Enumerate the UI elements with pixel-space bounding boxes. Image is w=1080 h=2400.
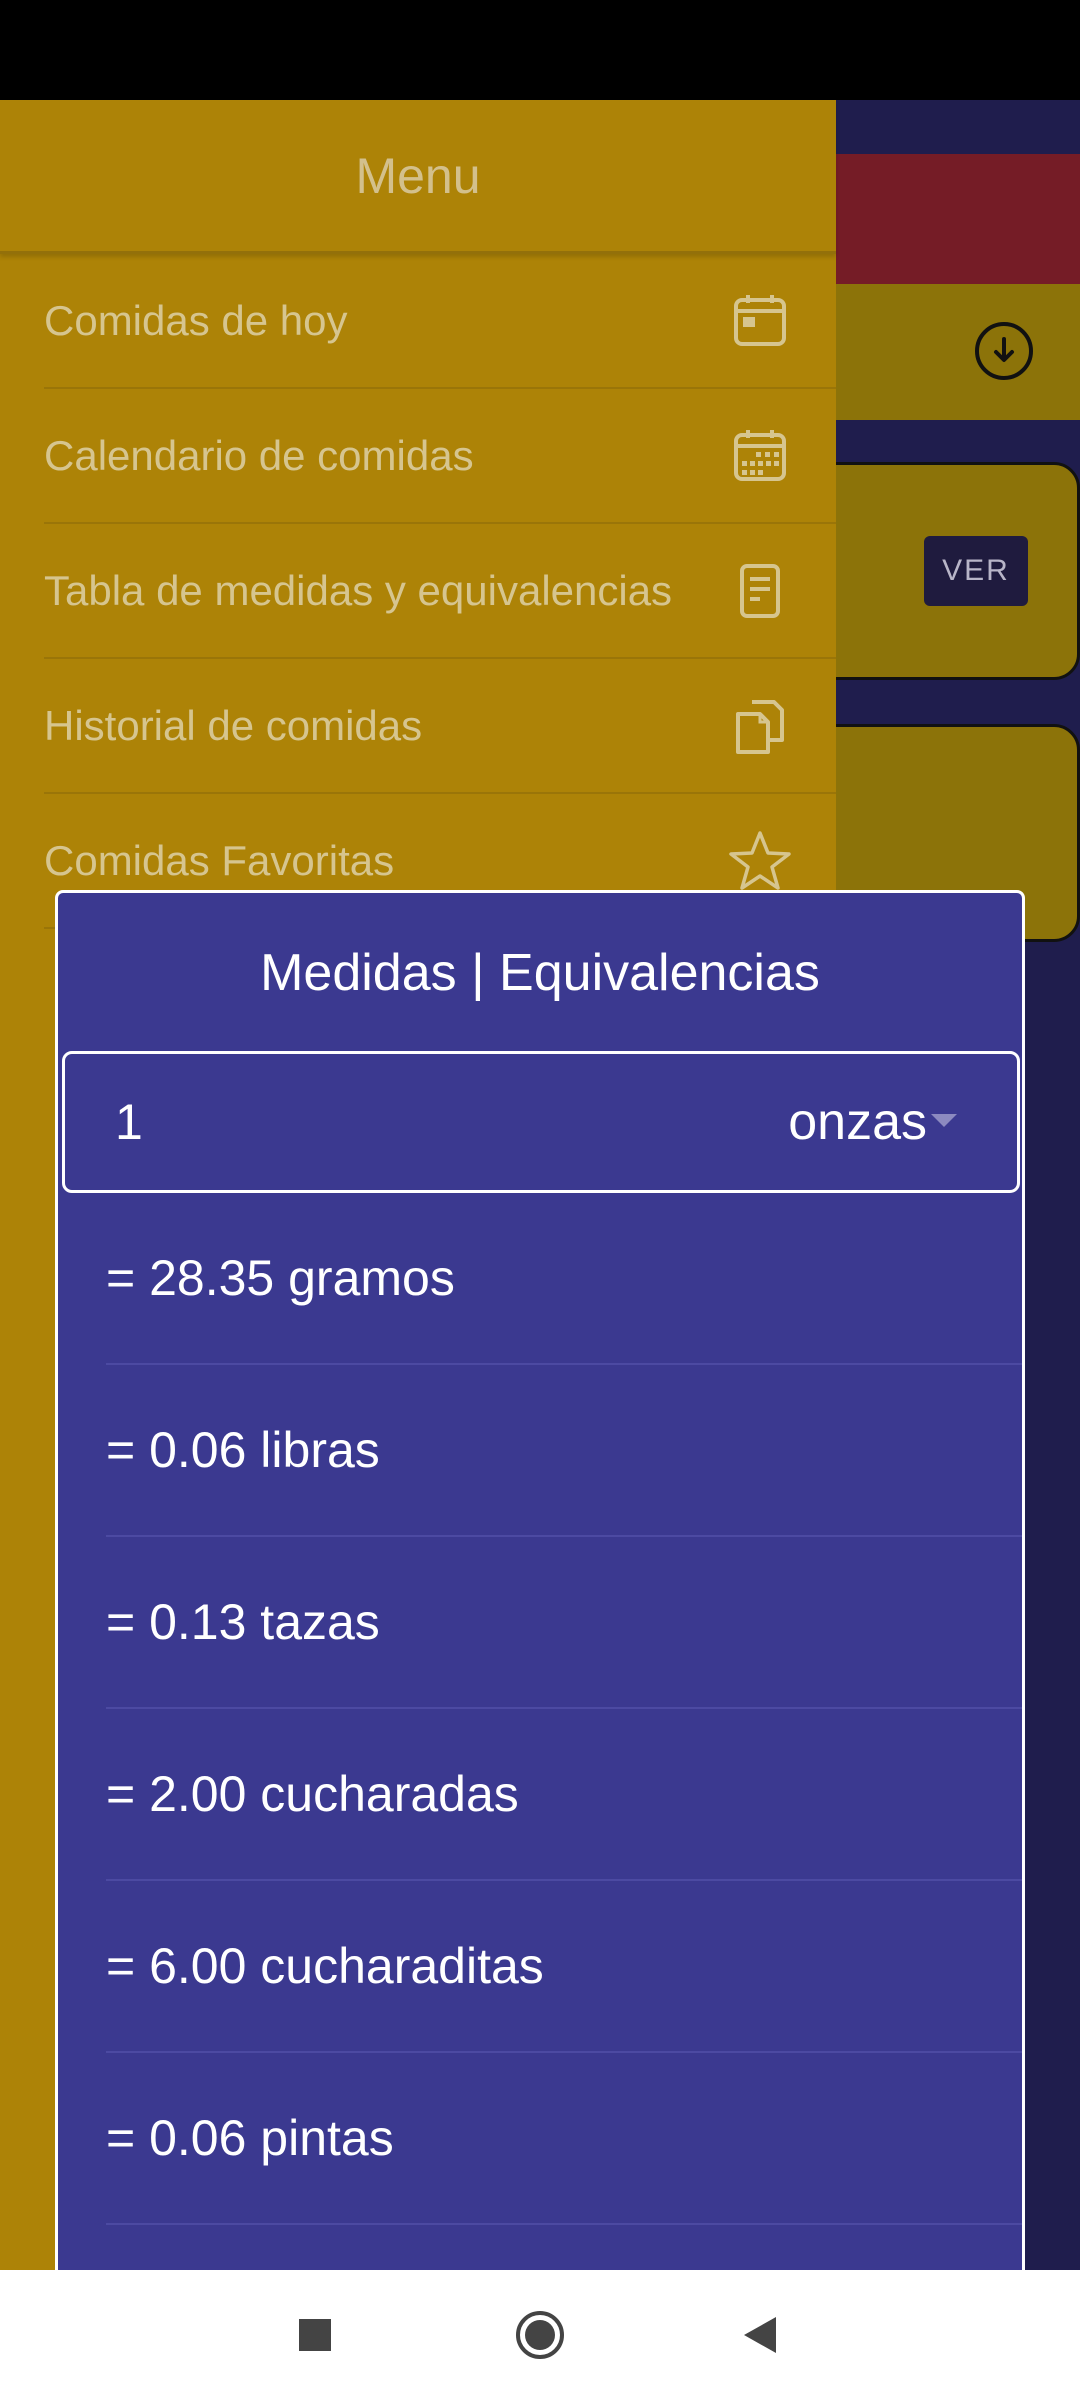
calendar-month-icon	[728, 424, 792, 488]
chevron-down-icon[interactable]	[931, 1114, 957, 1127]
menu-item-tabla-medidas[interactable]: Tabla de medidas y equivalencias	[44, 524, 836, 659]
quantity-input[interactable]: 1	[115, 1093, 143, 1151]
drawer-header: Menu	[0, 100, 836, 254]
menu-item-comidas-de-hoy[interactable]: Comidas de hoy	[44, 254, 836, 389]
document-icon	[728, 559, 792, 623]
list-item	[106, 2225, 1022, 2270]
home-button[interactable]	[505, 2270, 575, 2400]
results-list: = 28.35 gramos = 0.06 libras = 0.13 taza…	[58, 1193, 1022, 2270]
list-item: = 0.06 libras	[106, 1365, 1022, 1537]
download-icon[interactable]	[975, 322, 1033, 380]
dialog-title: Medidas | Equivalencias	[260, 944, 820, 1002]
background-banner	[836, 154, 1080, 284]
recents-button[interactable]	[280, 2270, 350, 2400]
back-button[interactable]	[725, 2270, 795, 2400]
menu-item-historial[interactable]: Historial de comidas	[44, 659, 836, 794]
background-row	[836, 284, 1080, 420]
square-icon	[299, 2319, 331, 2351]
unit-select[interactable]: onzas	[788, 1092, 927, 1152]
list-item: = 0.13 tazas	[106, 1537, 1022, 1709]
menu-item-label: Historial de comidas	[44, 701, 423, 749]
list-item: = 0.06 pintas	[106, 2053, 1022, 2225]
list-item: = 6.00 cucharaditas	[106, 1881, 1022, 2053]
back-triangle-icon	[744, 2317, 776, 2353]
equivalencias-dialog: Medidas | Equivalencias 1 onzas = 28.35 …	[55, 890, 1025, 2270]
menu-item-label: Calendario de comidas	[44, 431, 474, 479]
quantity-unit-field: 1 onzas	[62, 1051, 1020, 1193]
list-item: = 2.00 cucharadas	[106, 1709, 1022, 1881]
ver-button[interactable]: VER	[924, 536, 1028, 606]
drawer-title: Menu	[355, 147, 481, 204]
menu-item-label: Tabla de medidas y equivalencias	[44, 566, 673, 614]
menu-item-label: Comidas de hoy	[44, 296, 348, 344]
menu-item-calendario[interactable]: Calendario de comidas	[44, 389, 836, 524]
list-item: = 28.35 gramos	[106, 1193, 1022, 1365]
calendar-day-icon	[728, 289, 792, 353]
menu-item-label: Comidas Favoritas	[44, 836, 395, 884]
star-icon	[728, 829, 792, 893]
status-bar	[0, 0, 1080, 100]
circle-icon	[516, 2311, 564, 2359]
copy-documents-icon	[728, 694, 792, 758]
